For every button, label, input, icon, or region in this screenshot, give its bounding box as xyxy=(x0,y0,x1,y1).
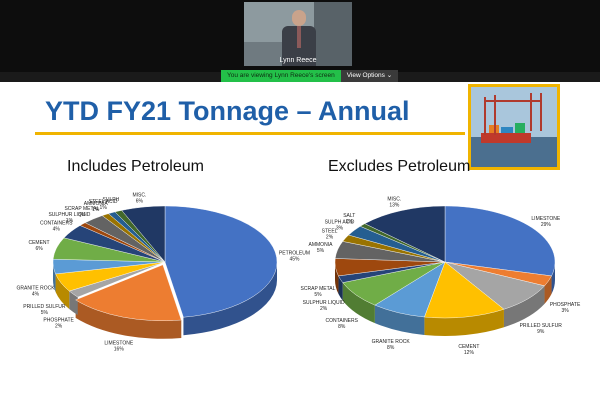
pie-2-label-0: LIMESTONE 29% xyxy=(531,216,560,228)
pie-2-label-pct-8: 5% xyxy=(317,248,325,254)
viewing-notice: You are viewing Lynn Reece's screen xyxy=(221,70,341,82)
meeting-top-bar: Lynn Reece xyxy=(0,0,600,72)
pie-2-label-pct-9: 2% xyxy=(326,234,334,240)
pie-1-label-1: LIMESTONE 16% xyxy=(104,341,133,353)
pie-2-label-5: CONTAINERS 8% xyxy=(326,318,359,330)
pie-1-label-name-11: SULPH xyxy=(103,197,120,203)
speaker-head xyxy=(292,10,306,26)
pie-charts: PETROLEUM 45%LIMESTONE 16%PHOSPHATE 2%PRILL… xyxy=(16,192,581,356)
pie-2-label-8: AMMONIA 5% xyxy=(309,242,334,254)
pie-1-label-pct-0: 45% xyxy=(289,257,300,263)
pie-2-label-3: CEMENT 12% xyxy=(458,344,479,356)
pie-2-label-1: PHOSPHATE 3% xyxy=(550,302,581,314)
pie-2-label-pct-4: 8% xyxy=(387,345,395,351)
chevron-down-icon: ⌄ xyxy=(386,72,393,79)
pie-1-label-pct-8: 3% xyxy=(78,212,86,218)
pie-2-label-pct-7: 5% xyxy=(314,292,322,298)
view-options-label: View Options xyxy=(346,72,385,79)
pie-2-label-pct-10: 3% xyxy=(336,225,344,231)
pie-1-label-12: MISC. 6% xyxy=(132,192,146,204)
pie-1-label-pct-6: 4% xyxy=(53,226,61,232)
speaker-tie xyxy=(297,26,301,48)
pie-2-label-2: PRILLED SULFUR 9% xyxy=(520,323,563,335)
view-options-button[interactable]: View Options ⌄ xyxy=(340,70,399,82)
pie-2-label-12: MISC. 13% xyxy=(387,196,401,208)
pie-1-label-pct-4: 4% xyxy=(32,291,40,297)
pie-1-label-pct-3: 5% xyxy=(41,310,49,316)
pie-1-label-5: CEMENT 6% xyxy=(28,240,49,252)
pie-2-label-pct-0: 29% xyxy=(541,222,552,228)
pie-2-label-pct-2: 9% xyxy=(537,329,545,335)
shared-slide: YTD FY21 Tonnage – Annual Includes Petro… xyxy=(0,82,600,410)
participant-name: Lynn Reece xyxy=(279,57,317,64)
pie-2-label-6: SULPHUR LIQUID 2% xyxy=(303,300,345,312)
pie-1-label-pct-10: 1% xyxy=(100,205,108,211)
screen-share-bar: You are viewing Lynn Reece's screen View… xyxy=(221,70,399,82)
pie-1-label-pct-1: 16% xyxy=(114,347,125,353)
pie-2-label-pct-1: 3% xyxy=(561,308,569,314)
pie-1-label-pct-12: 6% xyxy=(136,198,144,204)
pie-1-label-2: PHOSPHATE 2% xyxy=(43,317,74,329)
pie-2-label-pct-12: 13% xyxy=(389,202,400,208)
pie-1-label-pct-2: 2% xyxy=(55,323,63,329)
pie-2-label-pct-5: 8% xyxy=(338,324,346,330)
pie-1-label-11: SULPH xyxy=(103,197,120,203)
pie-1-label-pct-7: 1% xyxy=(66,218,74,224)
pie-2-label-4: GRANITE ROCK 8% xyxy=(372,339,411,351)
pie-1-label-pct-5: 6% xyxy=(35,246,43,252)
pie-1-label-3: PRILLED SULFUR 5% xyxy=(23,304,66,316)
pie-2-slices xyxy=(334,205,556,319)
participant-video-thumbnail[interactable]: Lynn Reece xyxy=(244,2,352,66)
pie-2-label-7: SCRAP METAL 5% xyxy=(301,286,336,298)
pie-2-label-pct-3: 12% xyxy=(464,350,475,356)
pie-2-label-pct-11: 1% xyxy=(346,219,354,225)
pie-1-label-4: GRANITE ROCK 4% xyxy=(16,285,55,297)
pie-2-label-pct-6: 2% xyxy=(320,306,328,312)
pie-1-label-0: PETROLEUM 45% xyxy=(279,251,310,263)
